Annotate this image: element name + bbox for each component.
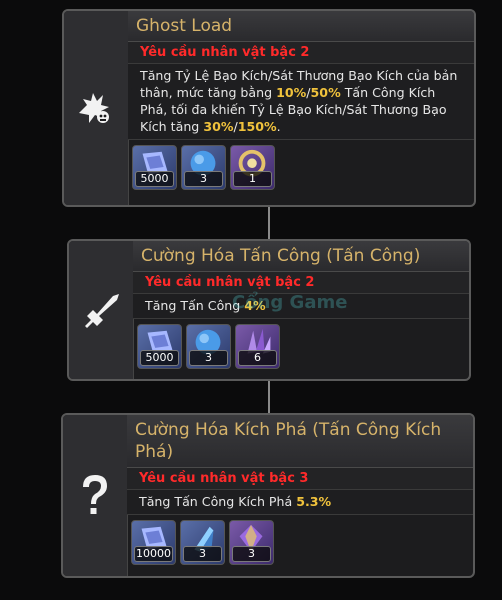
skill-description: Tăng Tấn Công Kích Phá 5.3% <box>127 490 473 515</box>
skill-description: Tăng Tấn Công 4% <box>133 294 469 319</box>
skill-title: Ghost Load <box>128 11 474 42</box>
skill-requirement: Yêu cầu nhân vật bậc 3 <box>127 468 473 490</box>
material-list: 5000 3 1 <box>128 140 474 195</box>
material-quantity: 3 <box>184 171 223 187</box>
material-quantity: 1 <box>233 171 272 187</box>
skill-requirement: Yêu cầu nhân vật bậc 2 <box>128 42 474 64</box>
material-slot[interactable]: 10000 <box>131 520 176 565</box>
material-slot[interactable]: 5000 <box>137 324 182 369</box>
skill-requirement: Yêu cầu nhân vật bậc 2 <box>133 272 469 294</box>
skill-icon-box <box>63 415 128 576</box>
tree-connector <box>268 206 270 242</box>
skill-icon-box <box>64 11 129 205</box>
skill-card-attack-enhance[interactable]: Cường Hóa Tấn Công (Tấn Công) Yêu cầu nh… <box>67 239 471 381</box>
material-quantity: 6 <box>238 350 277 366</box>
material-slot[interactable]: 3 <box>186 324 231 369</box>
material-list: 5000 3 6 <box>133 319 469 374</box>
material-quantity: 3 <box>189 350 228 366</box>
material-slot[interactable]: 1 <box>230 145 275 190</box>
ghost-skull-icon <box>79 93 109 123</box>
material-quantity: 3 <box>232 546 271 562</box>
sword-icon <box>85 294 119 328</box>
material-slot[interactable]: 3 <box>181 145 226 190</box>
skill-card-break-enhance[interactable]: Cường Hóa Kích Phá (Tấn Công Kích Phá) Y… <box>61 413 475 578</box>
material-quantity: 5000 <box>135 171 174 187</box>
material-slot[interactable]: 6 <box>235 324 280 369</box>
material-quantity: 10000 <box>134 546 173 562</box>
skill-card-ghost-load[interactable]: Ghost Load Yêu cầu nhân vật bậc 2 Tăng T… <box>62 9 476 207</box>
material-quantity: 5000 <box>140 350 179 366</box>
material-slot[interactable]: 3 <box>229 520 274 565</box>
material-slot[interactable]: 5000 <box>132 145 177 190</box>
tree-connector <box>268 380 270 414</box>
material-slot[interactable]: 3 <box>180 520 225 565</box>
skill-title: Cường Hóa Tấn Công (Tấn Công) <box>133 241 469 272</box>
skill-description: Tăng Tỷ Lệ Bạo Kích/Sát Thương Bạo Kích … <box>128 64 474 140</box>
skill-icon-box <box>69 241 134 379</box>
material-quantity: 3 <box>183 546 222 562</box>
question-mark-icon <box>83 474 107 514</box>
skill-title: Cường Hóa Kích Phá (Tấn Công Kích Phá) <box>127 415 473 468</box>
material-list: 10000 3 3 <box>127 515 473 570</box>
